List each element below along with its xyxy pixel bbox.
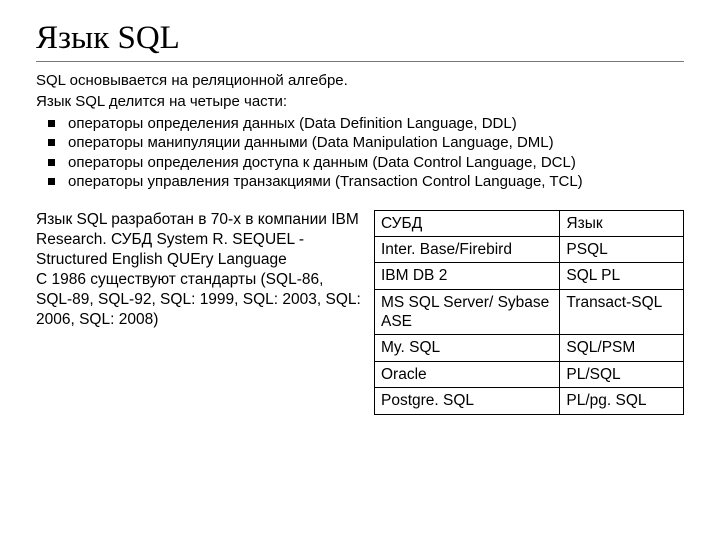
list-item: операторы определения доступа к данным (… (48, 153, 684, 173)
table-cell: MS SQL Server/ Sybase ASE (375, 289, 560, 335)
intro-line: SQL основывается на реляционной алгебре. (36, 72, 684, 91)
page-title: Язык SQL (36, 20, 684, 57)
list-item: операторы определения данных (Data Defin… (48, 114, 684, 134)
intro-line: Язык SQL делится на четыре части: (36, 93, 684, 112)
table-cell: IBM DB 2 (375, 263, 560, 289)
table-row: IBM DB 2 SQL PL (375, 263, 684, 289)
bullet-list: операторы определения данных (Data Defin… (36, 114, 684, 192)
table-cell: PL/pg. SQL (560, 388, 684, 414)
right-column: СУБД Язык Inter. Base/Firebird PSQL IBM … (374, 210, 684, 415)
table-cell: SQL PL (560, 263, 684, 289)
table-cell: Oracle (375, 361, 560, 387)
table-row: MS SQL Server/ Sybase ASE Transact-SQL (375, 289, 684, 335)
table-cell: Postgre. SQL (375, 388, 560, 414)
table-cell: SQL/PSM (560, 335, 684, 361)
table-cell: Transact-SQL (560, 289, 684, 335)
title-area: Язык SQL (36, 20, 684, 62)
table-cell: Inter. Base/Firebird (375, 236, 560, 262)
table-cell: PSQL (560, 236, 684, 262)
list-item: операторы манипуляции данными (Data Mani… (48, 133, 684, 153)
columns: Язык SQL разработан в 70-х в компании IB… (36, 210, 684, 415)
table-cell: Язык (560, 210, 684, 236)
table-cell: My. SQL (375, 335, 560, 361)
table-row: Inter. Base/Firebird PSQL (375, 236, 684, 262)
table-row: СУБД Язык (375, 210, 684, 236)
table-cell: СУБД (375, 210, 560, 236)
list-item: операторы управления транзакциями (Trans… (48, 172, 684, 192)
intro-block: SQL основывается на реляционной алгебре.… (36, 72, 684, 112)
table-row: Postgre. SQL PL/pg. SQL (375, 388, 684, 414)
slide: Язык SQL SQL основывается на реляционной… (0, 0, 720, 435)
table-row: My. SQL SQL/PSM (375, 335, 684, 361)
history-paragraph: Язык SQL разработан в 70-х в компании IB… (36, 210, 362, 331)
table-cell: PL/SQL (560, 361, 684, 387)
table-row: Oracle PL/SQL (375, 361, 684, 387)
left-column: Язык SQL разработан в 70-х в компании IB… (36, 210, 362, 415)
dbms-table: СУБД Язык Inter. Base/Firebird PSQL IBM … (374, 210, 684, 415)
